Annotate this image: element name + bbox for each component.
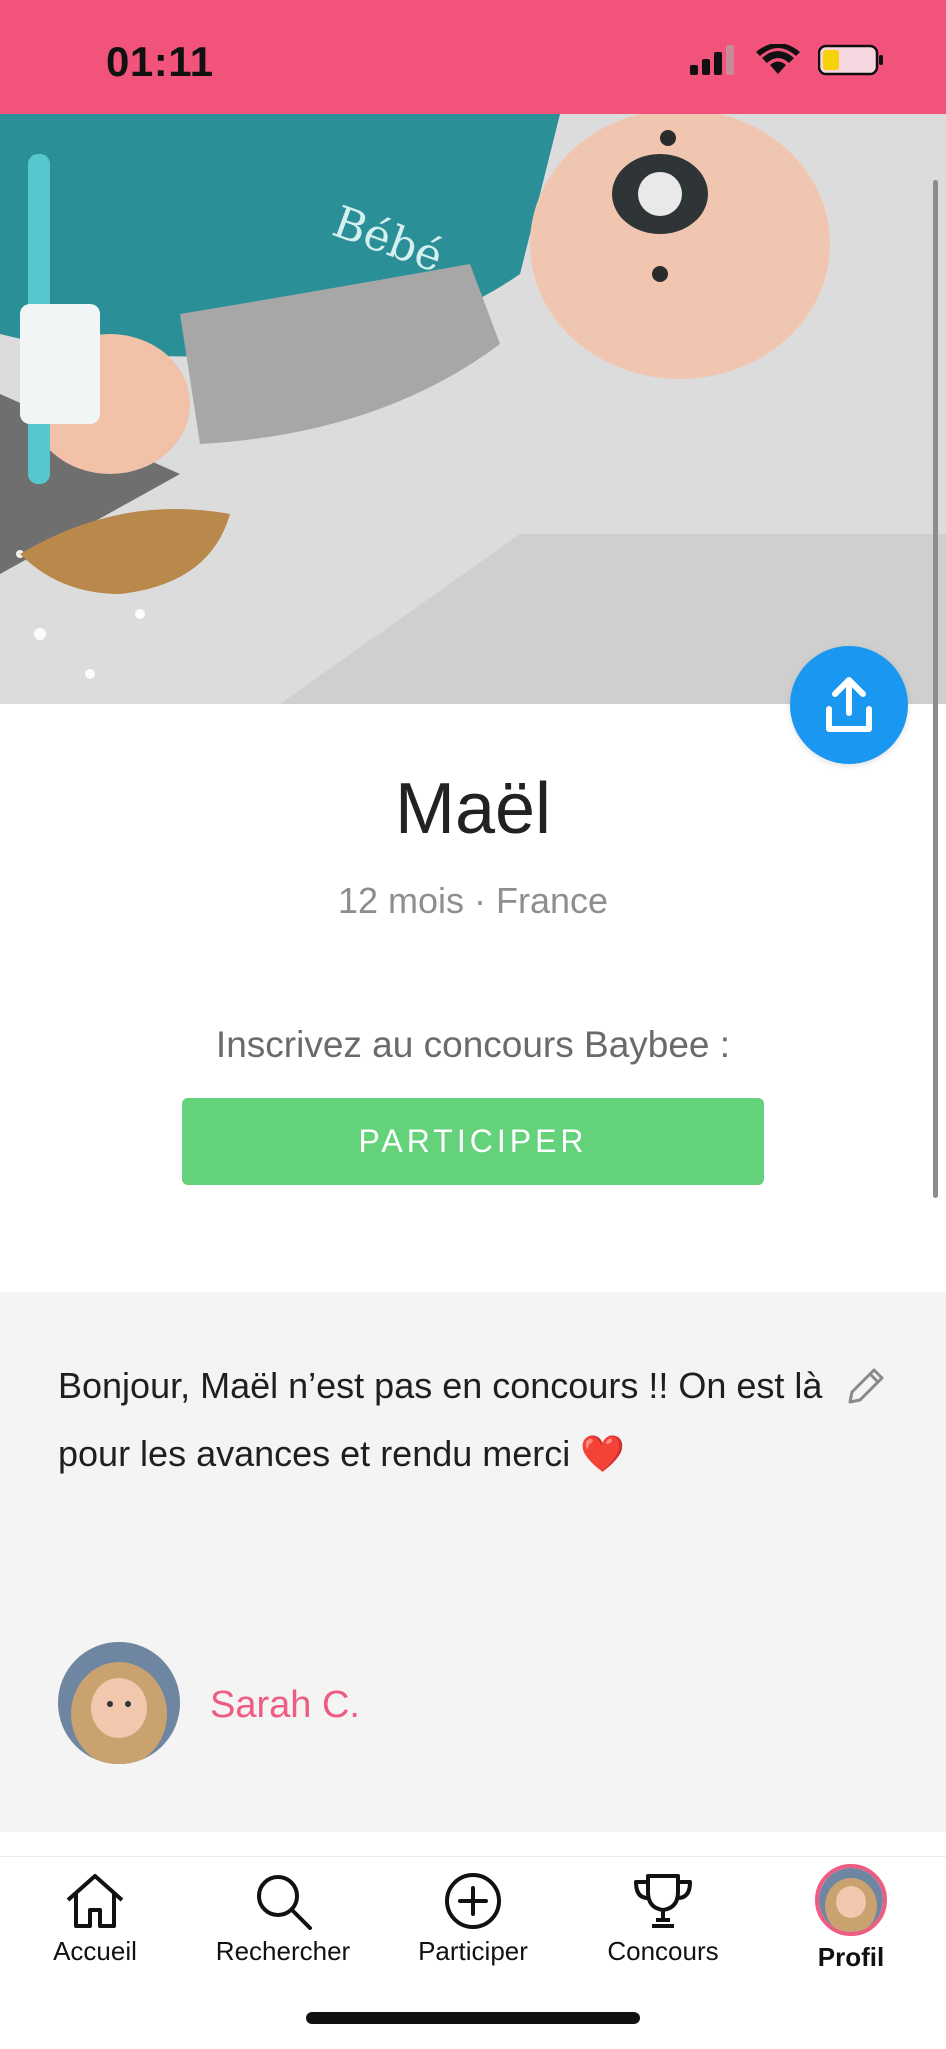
avatar-icon (58, 1642, 180, 1764)
wifi-icon (756, 44, 800, 74)
home-indicator (306, 2012, 640, 2024)
avatar-icon (819, 1868, 883, 1932)
profile-tab-avatar (815, 1864, 887, 1936)
trophy-icon (634, 1874, 692, 1928)
share-button[interactable] (790, 646, 908, 764)
baby-photo-illustration: Bébé (0, 114, 946, 704)
tab-profil[interactable]: Profil (756, 1864, 946, 1973)
plus-circle-icon (445, 1873, 501, 1929)
owner-name[interactable]: Sarah C. (210, 1684, 360, 1727)
tab-label: Concours (607, 1936, 719, 1966)
home-icon (66, 1874, 124, 1928)
profile-name: Maël (394, 769, 552, 849)
profile-meta: 12 mois · France (337, 880, 609, 921)
tab-label: Profil (817, 1942, 885, 1972)
contest-prompt: Inscrivez au concours Baybee : (215, 1024, 731, 1065)
hero-photo: Bébé (0, 114, 946, 704)
tab-label: Participer (418, 1936, 528, 1966)
scrollbar[interactable] (933, 180, 938, 1198)
status-time: 01:11 (106, 38, 214, 85)
status-bar: 01:11 (0, 0, 946, 114)
pencil-icon[interactable] (844, 1364, 888, 1408)
share-upload-icon (826, 677, 872, 732)
tab-rechercher[interactable]: Rechercher (188, 1872, 378, 1967)
status-icons (690, 44, 884, 76)
tab-participer[interactable]: Participer (378, 1872, 568, 1967)
participate-button[interactable]: PARTICIPER (182, 1098, 764, 1185)
battery-icon (818, 44, 883, 76)
tab-label: Rechercher (215, 1936, 351, 1966)
bio-text: Bonjour, Maël n’est pas en concours !! O… (58, 1365, 823, 1474)
tab-concours[interactable]: Concours (568, 1872, 758, 1967)
signal-icon (690, 45, 734, 75)
tab-accueil[interactable]: Accueil (0, 1872, 190, 1967)
search-icon (257, 1875, 312, 1930)
owner-avatar[interactable] (58, 1642, 180, 1764)
tab-label: Accueil (53, 1936, 137, 1966)
